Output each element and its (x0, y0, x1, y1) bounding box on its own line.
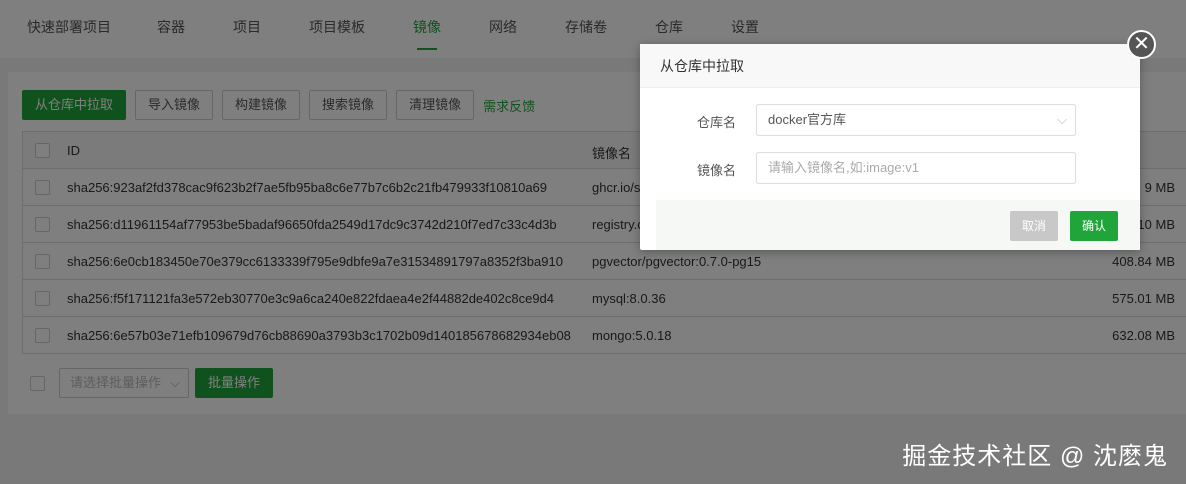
repo-value: docker官方库 (768, 112, 847, 127)
image-label: 镜像名 (696, 163, 736, 178)
pull-dialog: 从仓库中拉取 仓库名 docker官方库 ⌵ 镜像名 请输入镜像名,如:image… (640, 44, 1140, 250)
close-icon[interactable]: ✕ (1127, 30, 1156, 59)
repo-select[interactable]: docker官方库 ⌵ (756, 104, 1076, 136)
repo-label: 仓库名 (696, 115, 736, 130)
image-placeholder: 请输入镜像名,如:image:v1 (768, 160, 919, 175)
repo-field: 仓库名 docker官方库 ⌵ (640, 104, 1140, 136)
watermark: 掘金技术社区 @ 沈麽鬼 (902, 443, 1168, 470)
dialog-title: 从仓库中拉取 (640, 44, 1140, 88)
chevron-down-icon: ⌵ (1057, 112, 1067, 127)
image-name-input[interactable]: 请输入镜像名,如:image:v1 (756, 152, 1076, 184)
image-field: 镜像名 请输入镜像名,如:image:v1 (640, 152, 1140, 184)
dialog-footer: 取消 确认 (656, 200, 1140, 250)
confirm-button[interactable]: 确认 (1070, 211, 1119, 241)
cancel-button[interactable]: 取消 (1010, 211, 1059, 241)
